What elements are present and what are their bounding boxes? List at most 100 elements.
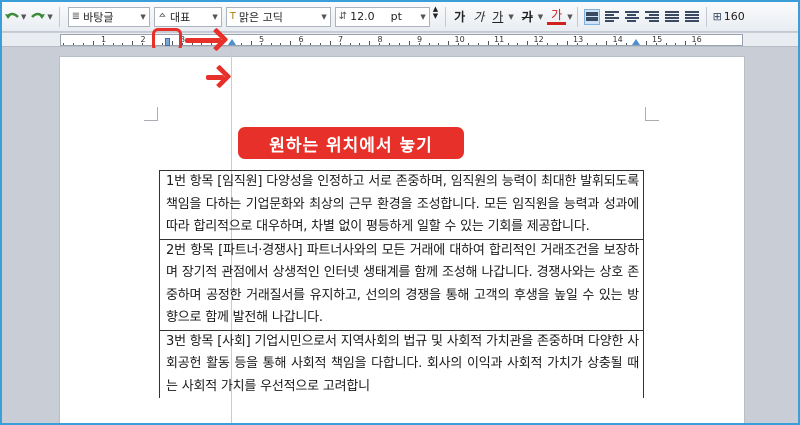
ruler-tick — [73, 43, 74, 45]
font-size-stepper[interactable]: ▲ ▼ — [430, 5, 441, 28]
ruler-number: 14 — [612, 35, 623, 44]
split-align-icon[interactable] — [684, 9, 700, 25]
zoom-value: 160 — [723, 10, 745, 23]
left-margin-marker[interactable] — [228, 39, 236, 45]
font-name: 맑은 고딕 — [238, 10, 283, 24]
justify-align-icon[interactable] — [583, 8, 600, 25]
toolbar-divider — [576, 6, 578, 27]
ruler-tick — [82, 43, 84, 45]
redo-button[interactable]: ▼ — [28, 6, 54, 28]
font-icon: T — [229, 11, 236, 22]
right-margin-marker[interactable] — [632, 39, 640, 45]
table-cell[interactable]: 1번 항목 [임직원] 다양성을 인정하고 서로 존중하며, 임직원의 능력이 … — [160, 170, 643, 239]
margin-corner-mark — [645, 107, 659, 121]
table-cell[interactable]: 2번 항목 [파트너·경쟁사] 파트너사와의 모든 거래에 대하여 합리적인 거… — [160, 238, 643, 330]
arrow-right-icon — [185, 38, 221, 43]
decrease-icon[interactable]: ▼ — [433, 12, 438, 20]
ruler-tick — [556, 43, 558, 45]
margin-corner-mark — [144, 107, 158, 121]
ruler-tick — [369, 41, 371, 45]
horizontal-ruler[interactable]: 12345678910111213141516 — [2, 33, 798, 47]
ruler-tick — [606, 41, 608, 45]
italic-button[interactable]: 가 — [469, 8, 488, 25]
right-align-icon[interactable] — [644, 9, 660, 25]
ruler-tick — [596, 43, 598, 45]
ruler-tick — [527, 41, 529, 45]
ruler-number: 15 — [652, 35, 663, 44]
ruler-tick — [685, 41, 687, 45]
ruler-tick — [112, 43, 114, 45]
table-cell[interactable]: 3번 항목 [사회] 기업시민으로서 지역사회의 법규 및 사회적 가치관을 존… — [160, 329, 643, 399]
language-name: 대표 — [169, 10, 191, 24]
ruler-tick — [290, 41, 292, 45]
distribute-align-icon[interactable] — [664, 9, 680, 25]
ruler-number: 6 — [298, 35, 304, 44]
ruler-number: 11 — [494, 35, 505, 44]
paragraph-style-icon: ≣ — [71, 11, 81, 22]
ruler-number: 8 — [377, 35, 383, 44]
underline-button[interactable]: 가 — [488, 8, 507, 25]
ruler-tick — [507, 43, 509, 45]
chevron-down-icon[interactable]: ▼ — [538, 13, 543, 21]
language-select[interactable]: ᅀ 대표 ▼ — [153, 6, 222, 27]
zoom-icon: ⊞ — [712, 10, 722, 23]
chevron-down-icon[interactable]: ▼ — [420, 13, 425, 21]
ruler-number: 7 — [338, 35, 344, 44]
ruler-tick — [408, 41, 410, 45]
font-color-button[interactable]: 가 — [547, 8, 567, 25]
chevron-down-icon[interactable]: ▼ — [212, 13, 217, 21]
ruler-number: 2 — [140, 35, 146, 44]
zoom-control[interactable]: ⊞ 160 — [711, 6, 747, 28]
ruler-tick — [191, 43, 193, 45]
toolbar-divider — [705, 6, 707, 27]
center-align-icon[interactable] — [624, 9, 640, 25]
font-size-icon: ⇵ — [338, 11, 348, 22]
style-name: 바탕글 — [83, 10, 114, 24]
ruler-tick — [240, 43, 242, 45]
ruler-tick — [63, 43, 65, 45]
ruler-number: 5 — [259, 35, 265, 44]
ruler-tick — [201, 43, 203, 45]
undo-button[interactable]: ▼ — [2, 6, 28, 28]
language-icon: ᅀ — [157, 13, 167, 24]
ruler-number: 12 — [533, 35, 544, 44]
ruler-tick — [477, 43, 479, 45]
ruler-tick — [675, 43, 677, 45]
undo-icon — [5, 12, 19, 19]
bold-button[interactable]: 가 — [450, 8, 469, 25]
chevron-down-icon[interactable]: ▼ — [47, 13, 52, 21]
instruction-callout: 원하는 위치에서 놓기 — [238, 127, 464, 159]
ruler-tick — [398, 43, 400, 45]
chevron-down-icon[interactable]: ▼ — [567, 13, 572, 21]
ruler-tick — [310, 43, 311, 45]
text-table[interactable]: 1번 항목 [임직원] 다양성을 인정하고 서로 존중하며, 임직원의 능력이 … — [159, 170, 644, 398]
chevron-down-icon[interactable]: ▼ — [140, 13, 145, 21]
style-select[interactable]: ≣ 바탕글 ▼ — [67, 6, 150, 27]
ruler-tick — [626, 43, 627, 45]
strikethrough-button[interactable]: 가 — [518, 8, 537, 25]
chevron-down-icon[interactable]: ▼ — [508, 13, 513, 21]
left-align-icon[interactable] — [604, 9, 620, 25]
ruler-tick — [349, 43, 351, 45]
ruler-tick — [566, 41, 568, 45]
font-size-unit: pt — [390, 10, 402, 23]
ruler-tick — [92, 41, 94, 45]
chevron-down-icon[interactable]: ▼ — [21, 13, 26, 21]
ruler-tick — [280, 43, 282, 45]
ruler-tick — [517, 43, 519, 45]
font-size-select[interactable]: ⇵ 12.0 pt ▼ — [334, 6, 430, 27]
ruler-number: 16 — [691, 35, 702, 44]
ruler-tick — [329, 41, 331, 45]
ruler-number: 9 — [417, 35, 423, 44]
ruler-tick — [438, 43, 440, 45]
redo-icon — [31, 12, 46, 19]
ruler-tick — [428, 43, 430, 45]
ruler-tick — [122, 43, 124, 45]
ruler-tick — [665, 43, 667, 45]
font-select[interactable]: T 맑은 고딕 ▼ — [225, 6, 331, 27]
ruler-tick — [389, 43, 390, 45]
ruler-tick — [487, 41, 489, 45]
chevron-down-icon[interactable]: ▼ — [321, 13, 326, 21]
ruler-tick — [132, 41, 134, 45]
ruler-tick — [319, 43, 321, 45]
